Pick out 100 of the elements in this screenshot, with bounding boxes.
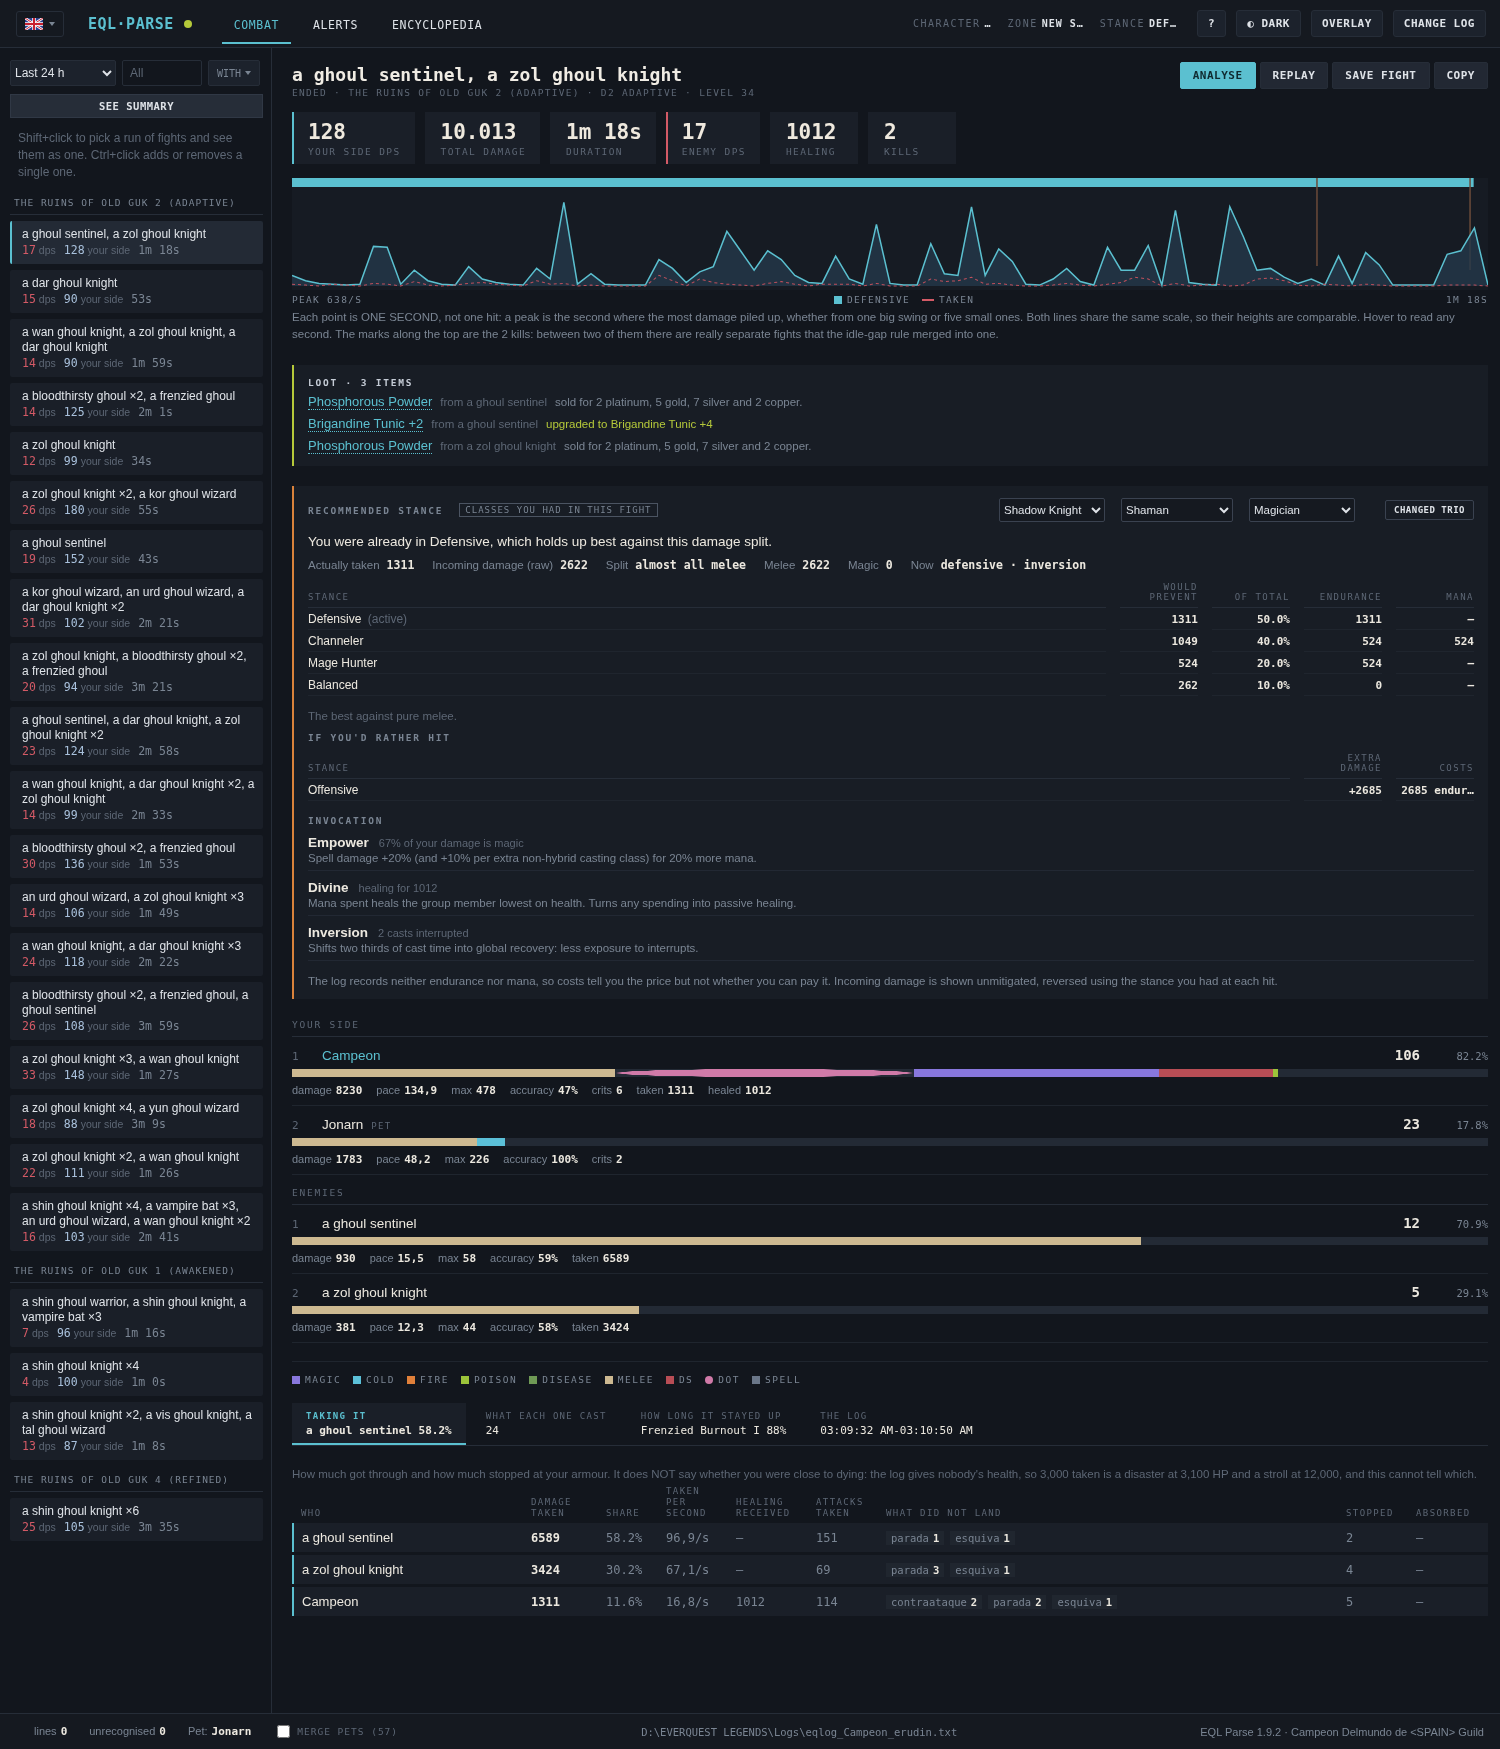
column-header: WHAT DID NOT LAND [878, 1486, 1338, 1523]
fight-item[interactable]: a shin ghoul knight ×4 4 dps 100 your side 1m 0s [10, 1353, 263, 1396]
stat-text: pace 12,3 [369, 1321, 424, 1334]
fight-item[interactable]: a wan ghoul knight, a dar ghoul knight ×3 24 dps 118 your side 2m 22s [10, 933, 263, 976]
best-note: The best against pure melee. [308, 710, 458, 722]
language-button[interactable] [16, 10, 64, 37]
table-cell: 262 [1120, 674, 1198, 696]
fight-item[interactable]: an urd ghoul wizard, a zol ghoul knight ×3 14 dps 106 your side 1m 49s [10, 884, 263, 927]
table-cell: +2685 [1304, 779, 1382, 801]
stat-label: DURATION [566, 146, 624, 157]
view-tab[interactable]: WHAT EACH ONE CAST 24 [471, 1403, 621, 1445]
fight-item[interactable]: a zol ghoul knight 12 dps 99 your side 34s [10, 432, 263, 475]
filter-input[interactable]: All [122, 60, 202, 86]
table-cell: – [1396, 674, 1474, 696]
changed-trio-button[interactable]: CHANGED TRIO [1384, 500, 1474, 520]
fight-item[interactable]: a wan ghoul knight, a zol ghoul knight, a dar ghoul knight 14 dps 90 your side 1m 59s [10, 319, 263, 377]
fight-item[interactable]: a zol ghoul knight ×2, a wan ghoul knight 22 dps 111 your side 1m 26s [10, 1144, 263, 1187]
fight-item[interactable]: a zol ghoul knight ×4, a yun ghoul wizard 18 dps 88 your side 3m 9s [10, 1095, 263, 1138]
footer-count: Pet: Jonarn [187, 1725, 252, 1738]
fight-item[interactable]: a zol ghoul knight ×2, a kor ghoul wizard 26 dps 180 your side 55s [10, 481, 263, 524]
fight-item[interactable]: a shin ghoul knight ×2, a vis ghoul knight, a tal ghoul wizard 13 dps 87 your side 1m 8s [10, 1402, 263, 1460]
fight-item[interactable]: a shin ghoul knight ×6 25 dps 105 your side 3m 35s [10, 1498, 263, 1541]
fight-item[interactable]: a bloodthirsty ghoul ×2, a frenzied ghoul 30 dps 136 your side 1m 53s [10, 835, 263, 878]
stat-text: damage 930 [292, 1252, 356, 1265]
merge-pets-checkbox[interactable] [277, 1725, 291, 1738]
fight-name: a bloodthirsty ghoul ×2, a frenzied ghoul [22, 841, 237, 856]
range-select[interactable]: Last 24 h [10, 60, 116, 86]
status-value: DEF… [1148, 18, 1178, 29]
classes-tag: CLASSES YOU HAD IN THIS FIGHT [459, 503, 658, 517]
table-cell: 11.6% [598, 1585, 658, 1618]
status-label: CHARACTER [912, 18, 981, 29]
fight-item[interactable]: a ghoul sentinel, a zol ghoul knight 17 dps 128 your side 1m 18s [10, 221, 263, 264]
class-select[interactable]: Shadow Knight [998, 498, 1105, 522]
stance-title: RECOMMENDED STANCE [308, 504, 444, 516]
zone-heading: THE RUINS OF OLD GUK 2 (ADAPTIVE) [10, 193, 263, 215]
help-button[interactable]: ? [1197, 10, 1227, 37]
stat-text: pace 48,2 [376, 1153, 431, 1166]
column-header: ABSORBED [1408, 1486, 1488, 1523]
view-tab[interactable]: HOW LONG IT STAYED UP Frenzied Burnout I 88% [626, 1403, 801, 1445]
action-button[interactable]: SAVE FIGHT [1332, 62, 1430, 89]
section-title: ENEMIES [292, 1187, 1488, 1205]
stat-text: max 478 [451, 1084, 496, 1097]
item-link[interactable]: Brigandine Tunic +2 [308, 416, 424, 432]
legend-label: DS [678, 1374, 694, 1385]
fact-text: Now defensive · inversion [910, 558, 1087, 572]
action-button[interactable]: ANALYSE [1179, 62, 1256, 89]
theme-button[interactable]: ◐ DARK [1236, 10, 1301, 37]
fight-title: a ghoul sentinel, a zol ghoul knight [292, 64, 684, 85]
class-select[interactable]: Magician [1248, 498, 1355, 522]
fight-item[interactable]: a ghoul sentinel, a dar ghoul knight, a zol ghoul knight ×2 23 dps 124 your side 2m 58s [10, 707, 263, 765]
unit-label: your side [87, 955, 131, 970]
fight-item[interactable]: a zol ghoul knight ×3, a wan ghoul knight 33 dps 148 your side 1m 27s [10, 1046, 263, 1089]
invocation-text: Shifts two thirds of cast time into global recovery: less exposure to interrupts. [308, 942, 700, 954]
fight-duration: 1m 8s [131, 1439, 166, 1454]
fight-item[interactable]: a bloodthirsty ghoul ×2, a frenzied ghoul 14 dps 125 your side 2m 1s [10, 383, 263, 426]
view-tab[interactable]: TAKING IT a ghoul sentinel 58.2% [292, 1403, 466, 1445]
side-dps: 128 [63, 243, 85, 258]
item-source: from a ghoul sentinel [440, 396, 548, 408]
nav-tab[interactable]: ENCYCLOPEDIA [380, 7, 495, 44]
table-cell: Mage Hunter [308, 652, 1106, 674]
action-button[interactable]: REPLAY [1259, 62, 1329, 89]
section-title: YOUR SIDE [292, 1019, 1488, 1037]
item-link[interactable]: Phosphorous Powder [308, 394, 433, 410]
fight-duration: 3m 35s [138, 1520, 180, 1535]
with-button[interactable]: WITH [208, 60, 261, 86]
header-button[interactable]: OVERLAY [1310, 10, 1383, 37]
side-dps: 124 [63, 744, 85, 759]
status-label: STANCE [1099, 18, 1145, 29]
fight-item[interactable]: a zol ghoul knight, a bloodthirsty ghoul ×2, a frenzied ghoul 20 dps 94 your side 3m 21s [10, 643, 263, 701]
fight-item[interactable]: a dar ghoul knight 15 dps 90 your side 53s [10, 270, 263, 313]
fact-text: Split almost all melee [605, 558, 746, 572]
invocation-note: 67% of your damage is magic [378, 837, 524, 849]
share-value: 17.8% [1455, 1119, 1488, 1131]
fight-item[interactable]: a ghoul sentinel 19 dps 152 your side 43s [10, 530, 263, 573]
class-select[interactable]: Shaman [1120, 498, 1233, 522]
nav-tab[interactable]: ALERTS [300, 7, 371, 44]
side-dps: 108 [63, 1019, 85, 1034]
fight-item[interactable]: a shin ghoul warrior, a shin ghoul knight, a vampire bat ×3 7 dps 96 your side 1m 16s [10, 1289, 263, 1347]
side-dps: 90 [63, 292, 78, 307]
column-header: EXTRA DAMAGE [1304, 753, 1382, 779]
view-tab[interactable]: THE LOG 03:09:32 AM-03:10:50 AM [806, 1403, 987, 1445]
item-link[interactable]: Phosphorous Powder [308, 438, 433, 454]
fight-item[interactable]: a shin ghoul knight ×4, a vampire bat ×3, an urd ghoul wizard, a wan ghoul knight ×2 16 dps 103 your side 2m 41s [10, 1193, 263, 1251]
stat-text: max 44 [438, 1321, 477, 1334]
summary-button[interactable]: SEE SUMMARY [10, 94, 263, 118]
action-button[interactable]: COPY [1433, 62, 1488, 89]
fight-item[interactable]: a wan ghoul knight, a dar ghoul knight ×2, a zol ghoul knight 14 dps 99 your side 2m 33s [10, 771, 263, 829]
stat-label: YOUR SIDE DPS [308, 146, 401, 157]
nav-tab[interactable]: COMBAT [221, 7, 291, 44]
stat-label: KILLS [883, 146, 921, 157]
dps-value: 12 [1403, 1215, 1420, 1231]
fight-item[interactable]: a bloodthirsty ghoul ×2, a frenzied ghoul, a ghoul sentinel 26 dps 108 your side 3m 59s [10, 982, 263, 1040]
column-header: HEALING RECEIVED [728, 1486, 808, 1523]
legend-swatch-icon [833, 295, 842, 304]
stat-text: taken 3424 [571, 1321, 630, 1334]
unit-label: dps [38, 680, 56, 695]
fight-item[interactable]: a kor ghoul wizard, an urd ghoul wizard, a dar ghoul knight ×2 31 dps 102 your side 2m 21s [10, 579, 263, 637]
caret-icon [245, 71, 252, 75]
table-cell: 5 [1338, 1585, 1408, 1618]
header-button[interactable]: CHANGE LOG [1392, 10, 1486, 37]
